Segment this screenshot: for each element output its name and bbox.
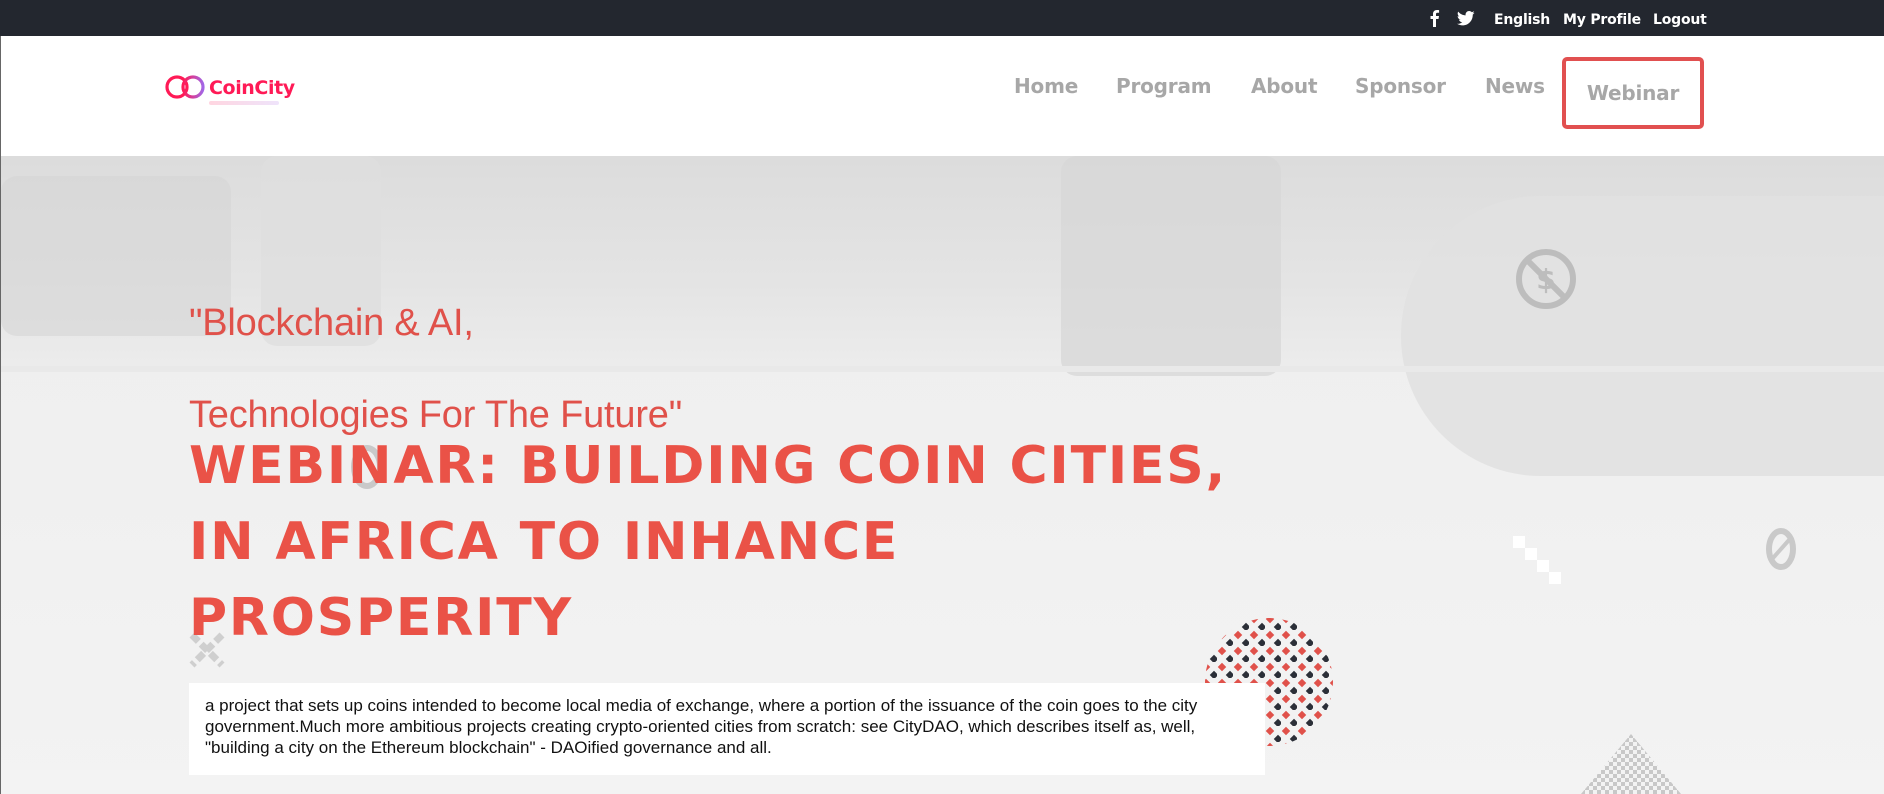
hero-headline: WEBINAR: BUILDING COIN CITIES, IN AFRICA…	[189, 428, 1227, 656]
nav-sponsor[interactable]: Sponsor	[1355, 74, 1446, 98]
nav-home[interactable]: Home	[1014, 74, 1078, 98]
coincity-logo[interactable]: CoinCity	[165, 70, 295, 110]
top-bar: English My Profile Logout	[0, 0, 1884, 36]
brand-name: CoinCity	[209, 77, 295, 99]
svg-text:$: $	[1536, 263, 1555, 296]
hero-background-shape	[1401, 196, 1884, 476]
logo-reflection	[209, 101, 279, 105]
hero-headline-line: WEBINAR: BUILDING COIN CITIES,	[189, 436, 1228, 496]
zero-glyph-icon	[1766, 528, 1796, 570]
hero-background-shape	[1061, 156, 1281, 376]
nav-news[interactable]: News	[1485, 74, 1545, 98]
language-link[interactable]: English	[1494, 11, 1550, 29]
hero-section: $ "Blockchain & AI, Technologies For The…	[0, 156, 1884, 794]
main-navbar: CoinCity Home Program About Sponsor News…	[0, 36, 1884, 156]
nav-about[interactable]: About	[1251, 74, 1318, 98]
nav-program[interactable]: Program	[1116, 74, 1212, 98]
nav-webinar-label: Webinar	[1586, 81, 1680, 105]
nav-webinar[interactable]: Webinar	[1562, 57, 1704, 129]
twitter-icon[interactable]	[1457, 9, 1475, 27]
hero-description-box: a project that sets up coins intended to…	[189, 683, 1265, 775]
hero-headline-line: PROSPERITY	[189, 588, 573, 648]
my-profile-link[interactable]: My Profile	[1563, 11, 1641, 29]
logout-link[interactable]: Logout	[1653, 11, 1707, 29]
hero-headline-line: IN AFRICA TO INHANCE	[189, 512, 900, 572]
checker-triangle-icon	[1581, 734, 1681, 794]
no-dollar-icon: $	[1516, 249, 1576, 309]
facebook-icon[interactable]	[1425, 9, 1443, 27]
hero-quote-line: "Blockchain & AI,	[189, 302, 474, 344]
pixel-steps-icon	[1513, 536, 1561, 584]
coincity-rings-icon	[165, 75, 205, 99]
hero-description: a project that sets up coins intended to…	[205, 696, 1198, 757]
